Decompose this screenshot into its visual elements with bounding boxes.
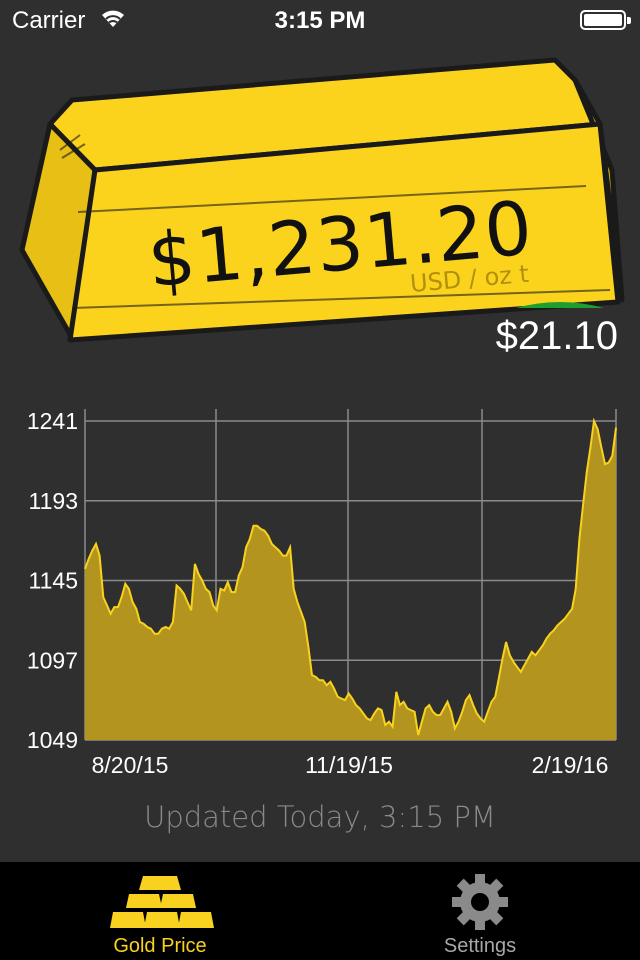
gear-icon xyxy=(452,874,508,930)
status-time: 3:15 PM xyxy=(274,7,366,34)
updated-timestamp: Updated Today, 3:15 PM xyxy=(144,800,496,834)
gold-bars-icon xyxy=(110,876,214,928)
tab-settings[interactable]: Settings xyxy=(320,862,640,960)
x-tick-label: 8/20/15 xyxy=(92,752,169,778)
y-tick-label: 1241 xyxy=(27,408,78,434)
battery-icon xyxy=(580,10,631,30)
price-change-value: $21.10 xyxy=(495,314,618,358)
x-tick-label: 2/19/16 xyxy=(532,752,609,778)
y-axis-labels: 1241 1193 1145 1097 1049 xyxy=(27,408,78,753)
tab-settings-label: Settings xyxy=(443,935,517,957)
price-history-chart: 1241 1193 1145 1097 1049 8/20/15 11/19/15 2/19… xyxy=(27,408,617,778)
gold-bar: $1,231.20 USD / oz t xyxy=(0,40,640,360)
status-bar: Carrier 3:15 PM xyxy=(0,0,640,40)
y-tick-label: 1049 xyxy=(27,727,78,753)
y-tick-label: 1097 xyxy=(27,647,78,673)
x-tick-label: 11/19/15 xyxy=(305,752,393,778)
x-axis-labels: 8/20/15 11/19/15 2/19/16 xyxy=(92,752,609,778)
tab-gold-price[interactable]: Gold Price xyxy=(0,862,320,960)
y-tick-label: 1145 xyxy=(29,568,78,594)
tab-bar: Gold Price Settings xyxy=(0,862,640,960)
gold-bar-icon: $1,231.20 USD / oz t xyxy=(19,57,625,343)
change-up-arrow-icon xyxy=(516,302,604,308)
y-tick-label: 1193 xyxy=(29,488,78,514)
tab-gold-price-label: Gold Price xyxy=(113,935,207,957)
